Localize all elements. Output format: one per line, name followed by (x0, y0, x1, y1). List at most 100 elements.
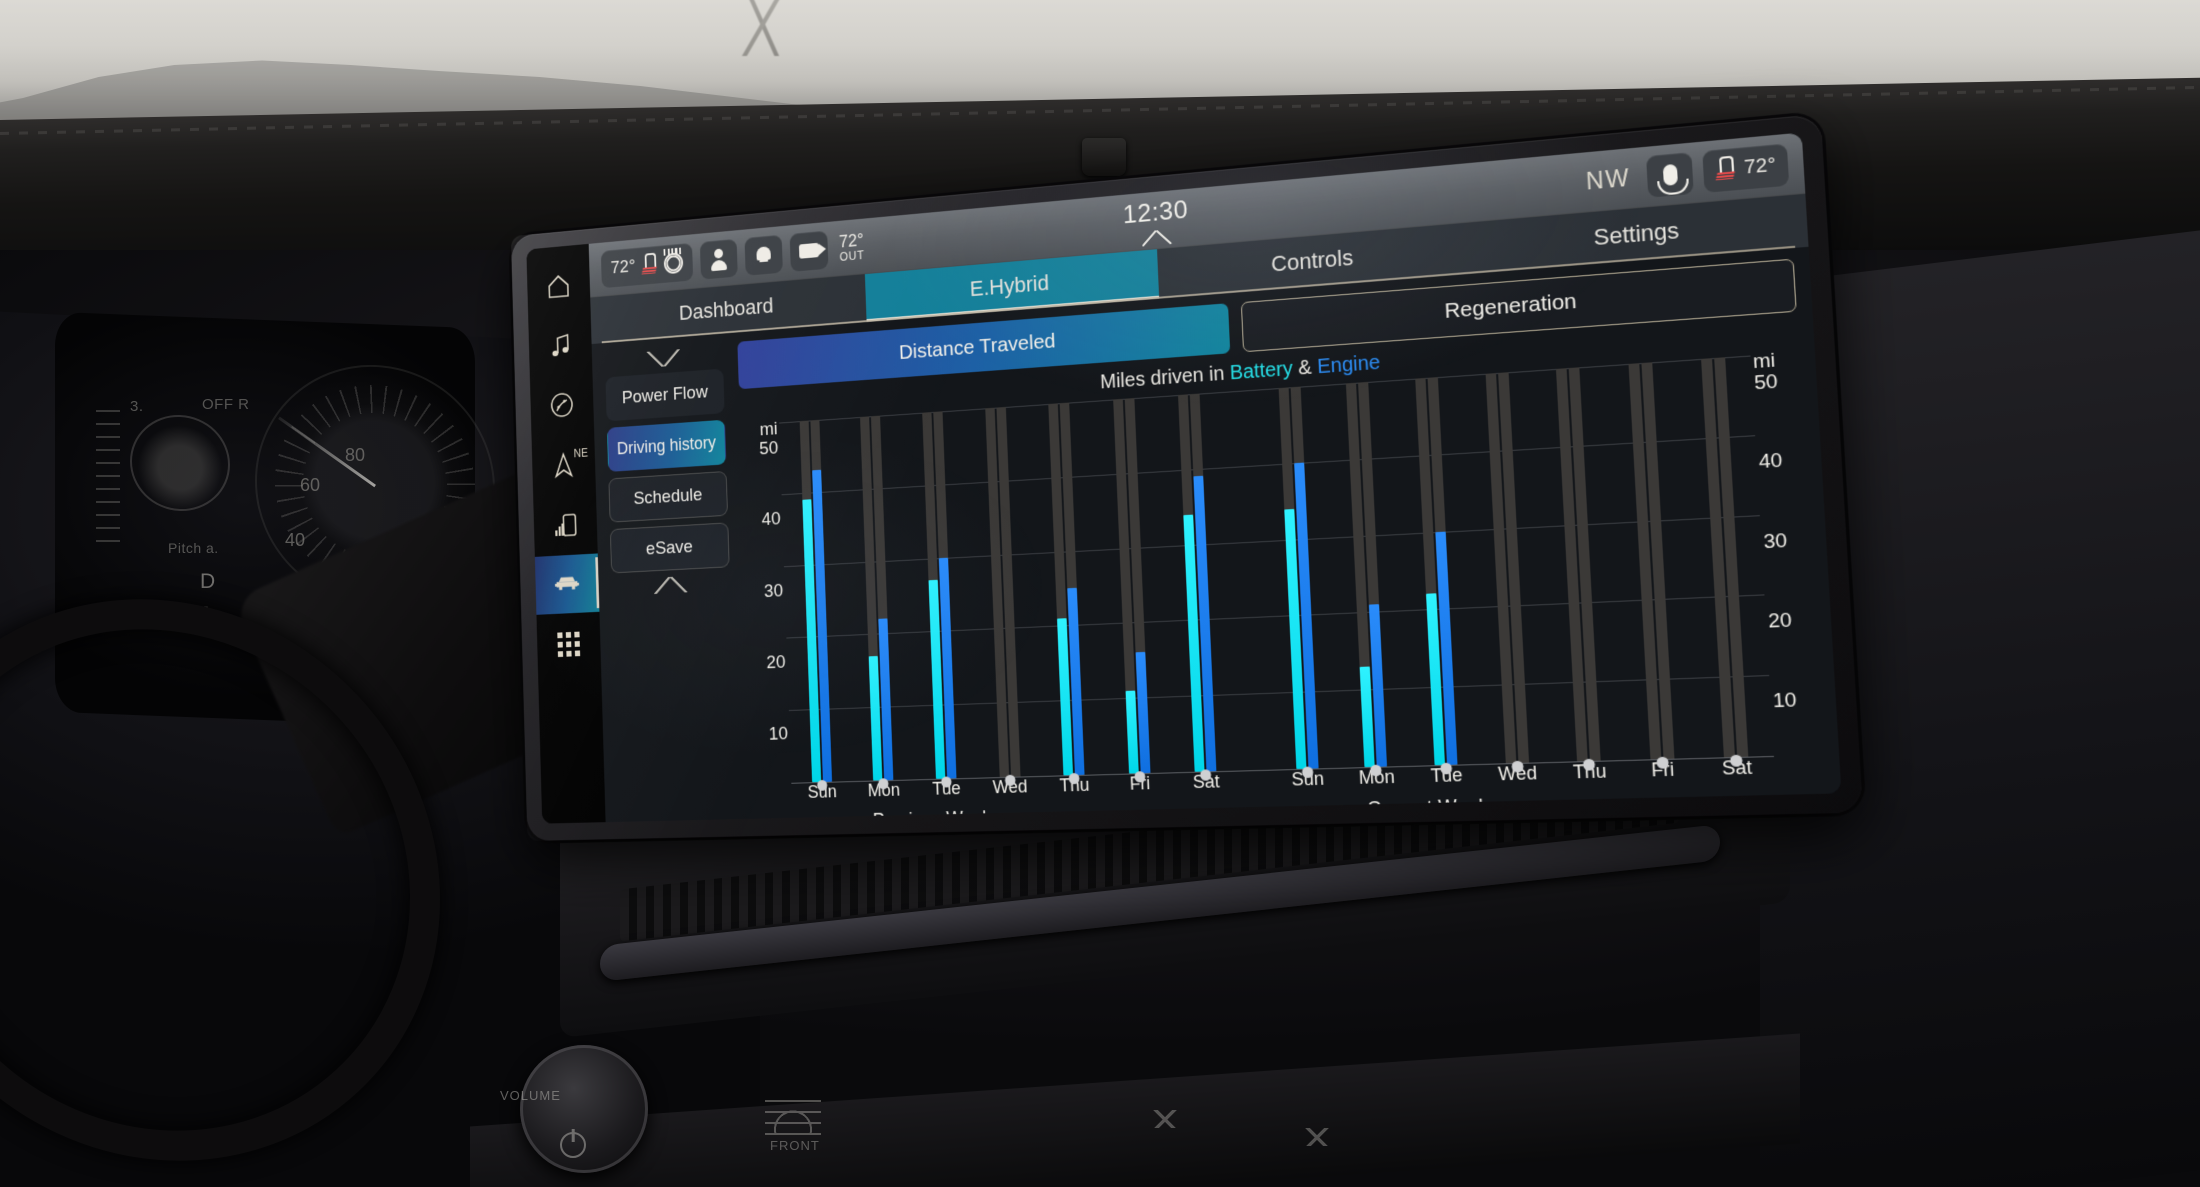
bar-track (1346, 382, 1387, 767)
bar-battery-sat (1184, 514, 1205, 771)
bar-day-mon[interactable] (1323, 380, 1411, 767)
volume-knob[interactable] (520, 1045, 648, 1173)
group-label-previous-week: Previous Week (873, 807, 992, 823)
front-defrost-icon[interactable] (765, 1095, 821, 1135)
bar-day-sun[interactable] (1256, 385, 1342, 770)
y-tick-30: 30 (1763, 530, 1788, 555)
rail-item-apps[interactable] (537, 614, 602, 675)
scene-root: 3. OFF R Pitch a. D 12345 80 60 40 VOLUM… (0, 0, 2200, 1187)
climate-circle-icon (548, 389, 576, 421)
bar-track (1701, 357, 1748, 757)
bar-day-tue[interactable] (1392, 375, 1481, 765)
subtitle-amp: & (1292, 356, 1318, 380)
climate-up-icon[interactable] (1148, 1110, 1182, 1128)
axis-dot (1656, 757, 1669, 769)
bar-battery-fri (1125, 690, 1138, 773)
bar-day-sat[interactable] (1677, 356, 1774, 758)
bell-icon (755, 245, 772, 265)
bar-track (1556, 367, 1601, 761)
camera-button[interactable] (789, 230, 828, 271)
subtitle-prefix: Miles driven in (1100, 362, 1231, 393)
rail-item-phone[interactable] (533, 493, 597, 555)
volume-knob-label: VOLUME (500, 1088, 561, 1103)
group-gap (1222, 390, 1273, 771)
bar-track (1278, 387, 1318, 769)
passenger-climate-pill[interactable]: 72° (1703, 143, 1790, 192)
bar-track (1113, 398, 1150, 773)
x-label-wed: Wed (1481, 762, 1554, 795)
sidebar-item-power-flow[interactable]: Power Flow (605, 369, 724, 422)
chevron-down-icon[interactable] (1142, 229, 1172, 246)
tree-branch (700, 0, 830, 56)
rail-item-comfort[interactable] (530, 374, 594, 436)
clock-area[interactable]: 12:30 (1122, 194, 1189, 248)
phone-signal-icon (551, 509, 579, 541)
bar-day-sat[interactable] (1156, 392, 1239, 772)
bar-day-fri[interactable] (1091, 397, 1172, 775)
chevron-down-icon-sidebar[interactable] (654, 576, 688, 594)
driver-climate-pill[interactable]: 72° (601, 242, 693, 287)
bar-track (1485, 372, 1528, 763)
bar-group-current-week (1256, 356, 1774, 770)
rail-item-vehicle[interactable] (535, 553, 600, 614)
x-label-fri: Fri (1107, 772, 1174, 804)
axis-dot (1200, 769, 1211, 780)
heated-seat-icon-passenger (1715, 155, 1737, 183)
tab-settings[interactable]: Settings (1470, 194, 1809, 274)
cluster-mode-text: OFF R (202, 396, 250, 413)
infotainment-display: NE 72° 72° OUT 12:30 NW 72° Dashboard E.… (511, 114, 1863, 841)
y-tick-50: 50 (1754, 371, 1779, 396)
axis-dot (1370, 765, 1382, 777)
y-tick-30: 30 (764, 580, 784, 602)
sidebar-item-schedule[interactable]: Schedule (608, 471, 728, 523)
bar-track (1628, 362, 1674, 759)
segment-regeneration[interactable]: Regeneration (1240, 259, 1796, 353)
bar-engine-sun (1294, 462, 1318, 768)
axis-dot (1302, 766, 1314, 778)
chevron-up-icon[interactable] (647, 349, 680, 368)
y-axis-unit: mi (1752, 350, 1776, 375)
outside-temp-label: OUT (839, 249, 864, 263)
axis-dot (1134, 771, 1145, 782)
climate-up-icon-2[interactable] (1300, 1128, 1334, 1146)
bar-track (985, 407, 1020, 777)
heated-steering-wheel-icon (663, 252, 683, 274)
voice-button[interactable] (1646, 152, 1694, 198)
profile-button[interactable] (700, 238, 738, 279)
rail-item-media[interactable] (528, 314, 592, 376)
subtitle-battery: Battery (1229, 358, 1293, 385)
distance-chart: mi 50 40 30 20 10 Sun Mon Tue Wed Thu Fri Sat Sun Mon… (740, 352, 1825, 813)
y-tick-40: 40 (1758, 450, 1783, 475)
bar-day-fri[interactable] (1604, 361, 1699, 760)
camera-icon (799, 243, 819, 259)
bar-day-wed[interactable] (1461, 371, 1552, 764)
feature-sidebar: Power Flow Driving history Schedule eSav… (600, 343, 742, 817)
front-defrost-label: FRONT (770, 1138, 820, 1153)
cluster-temp-gauge (96, 410, 120, 545)
vehicle-icon (553, 569, 581, 600)
display-bezel: NE 72° 72° OUT 12:30 NW 72° Dashboard E.… (511, 114, 1863, 841)
bar-battery-tue (1426, 594, 1445, 765)
outside-temperature: 72° OUT (839, 231, 865, 263)
rail-item-navigation[interactable]: NE (532, 434, 596, 496)
group-gap-label (1239, 770, 1274, 802)
content-area: Power Flow Driving history Schedule eSav… (592, 247, 1842, 822)
rail-item-home[interactable] (527, 255, 591, 318)
y-tick-50: 50 (759, 438, 779, 460)
x-label-mon: Mon (1342, 766, 1413, 799)
subtitle-engine: Engine (1317, 351, 1381, 378)
apps-grid-icon (557, 632, 580, 657)
passenger-temp-value: 72° (1743, 153, 1776, 179)
notifications-button[interactable] (744, 234, 782, 275)
sidebar-item-esave[interactable]: eSave (610, 522, 730, 573)
bar-day-thu[interactable] (1532, 366, 1625, 762)
y-tick-20: 20 (1768, 609, 1793, 634)
tab-controls[interactable]: Controls (1157, 222, 1473, 298)
sidebar-item-driving-history[interactable]: Driving history (607, 420, 726, 472)
main-panel: 72° 72° OUT 12:30 NW 72° Dashboard E.Hyb… (589, 132, 1842, 822)
group-label-current-week: Current Week (1367, 795, 1490, 821)
bar-engine-sat (1194, 476, 1217, 771)
x-label-sat: Sat (1172, 771, 1240, 803)
y-axis-right: mi 50 40 30 20 10 (1750, 352, 1825, 788)
cluster-pitch-text: Pitch a. (168, 540, 219, 556)
